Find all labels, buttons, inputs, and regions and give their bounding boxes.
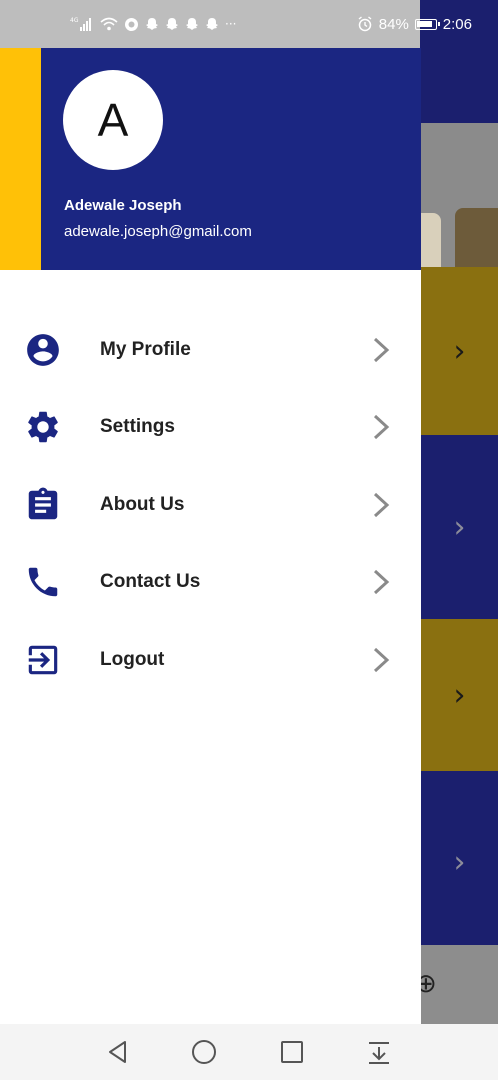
avatar[interactable]: A <box>63 70 163 170</box>
background-card: › <box>421 267 498 435</box>
snapchat-icon <box>206 18 218 30</box>
chevron-right-icon: › <box>453 333 466 369</box>
menu-item-my-profile[interactable]: My Profile <box>0 311 421 389</box>
chevron-right-icon <box>373 337 390 362</box>
gear-icon <box>24 408 62 446</box>
more-notifications: ··· <box>225 17 237 31</box>
data-saver-icon <box>125 17 138 31</box>
wifi-icon <box>100 17 118 31</box>
navigation-drawer: A Adewale Joseph adewale.joseph@gmail.co… <box>0 48 421 1024</box>
phone-icon <box>24 563 62 601</box>
background-bottom-bar: ⊕ <box>415 945 498 1024</box>
account-circle-icon <box>24 331 62 369</box>
snapchat-icon <box>146 18 158 30</box>
chevron-right-icon <box>373 492 390 517</box>
menu-item-contact-us[interactable]: Contact Us <box>0 544 421 622</box>
background-card: › <box>421 443 498 611</box>
status-icons-left: 4G ··· <box>70 14 236 34</box>
4G-signal-icon: 4G <box>70 17 91 31</box>
system-nav-bar <box>0 1024 498 1080</box>
user-email: adewale.joseph@gmail.com <box>64 223 252 240</box>
background-app-header <box>421 48 498 123</box>
menu-item-label: About Us <box>100 493 185 515</box>
chevron-right-icon: › <box>453 509 466 545</box>
drawer-header: A Adewale Joseph adewale.joseph@gmail.co… <box>0 48 421 270</box>
svg-text:4G: 4G <box>70 17 79 24</box>
menu-item-label: Logout <box>100 648 165 670</box>
menu-item-label: My Profile <box>100 338 191 360</box>
menu-item-label: Contact Us <box>100 571 201 593</box>
chevron-right-icon <box>373 570 390 595</box>
menu-item-label: Settings <box>100 416 175 438</box>
notification-pull-icon[interactable] <box>365 1038 393 1066</box>
snapchat-icon <box>166 18 178 30</box>
background-card: › <box>421 779 498 945</box>
logout-icon <box>24 641 62 679</box>
chevron-right-icon <box>373 415 390 440</box>
status-bar: 4G ··· 84% 2:06 <box>0 0 498 48</box>
chevron-right-icon: › <box>453 677 466 713</box>
background-app: › › › › ⊕ <box>415 48 498 1024</box>
menu-item-settings[interactable]: Settings <box>0 389 421 467</box>
chevron-right-icon <box>373 647 390 672</box>
avatar-letter: A <box>97 94 129 146</box>
status-icons-right: 84% 2:06 <box>357 14 472 34</box>
back-icon[interactable] <box>104 1038 132 1066</box>
clipboard-icon <box>24 486 62 524</box>
snapchat-icon <box>186 18 198 30</box>
battery-icon <box>414 18 440 30</box>
chevron-right-icon: › <box>453 844 466 880</box>
user-name: Adewale Joseph <box>64 197 182 214</box>
home-icon[interactable] <box>190 1038 218 1066</box>
menu-item-logout[interactable]: Logout <box>0 621 421 699</box>
alarm-icon <box>358 16 372 32</box>
recents-icon[interactable] <box>278 1038 306 1066</box>
accent-bar <box>0 48 41 270</box>
menu-item-about-us[interactable]: About Us <box>0 466 421 544</box>
background-card: › <box>421 619 498 771</box>
battery-percent: 84% <box>378 15 409 33</box>
clock: 2:06 <box>442 15 472 33</box>
drawer-menu: My Profile Settings About Us Contact Us <box>0 311 421 699</box>
